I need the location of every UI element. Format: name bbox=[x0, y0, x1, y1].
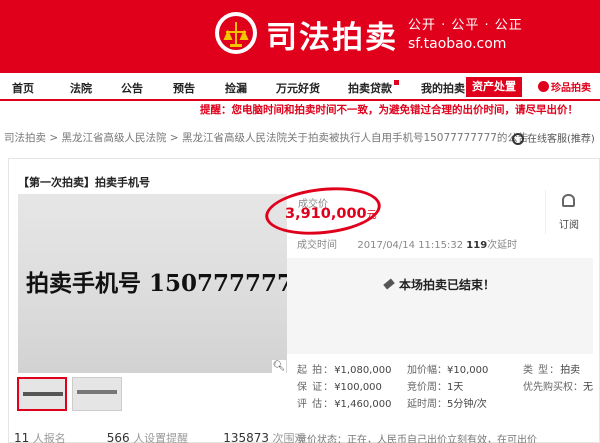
thumbnail-text-line bbox=[77, 390, 117, 394]
site-slogan: 公开 · 公平 · 公正 bbox=[408, 18, 523, 33]
nav-treasure-auction-label: 珍品拍卖 bbox=[551, 83, 591, 94]
auction-ended-box: 本场拍卖已结束！ bbox=[287, 258, 593, 354]
thumbnail-1[interactable] bbox=[17, 377, 67, 411]
signup-count: 11 bbox=[14, 431, 30, 443]
main-nav: 首页 法院 公告 预告 捡漏 万元好货 拍卖贷款 我的拍卖 资产处置 珍品拍卖 bbox=[0, 73, 600, 101]
zoom-icon[interactable]: 🔍︎ bbox=[272, 360, 286, 374]
signup-label: 人报名 bbox=[32, 432, 66, 443]
info-key: 保 证： bbox=[297, 382, 335, 393]
nav-preview[interactable]: 预告 bbox=[173, 80, 195, 96]
info-row-start-price: 起 拍：¥1,080,000 bbox=[297, 362, 391, 379]
info-row-appraisal: 评 估：¥1,460,000 bbox=[297, 396, 391, 413]
info-row-priority: 优先购买权：无 bbox=[523, 379, 593, 396]
info-key: 优先购买权： bbox=[523, 382, 583, 393]
info-key: 竞价周： bbox=[407, 382, 447, 393]
nav-notices[interactable]: 公告 bbox=[121, 80, 143, 96]
deal-time: 成交时间 2017/04/14 11:15:32 119次延时 bbox=[297, 236, 517, 251]
views-count: 135873 bbox=[223, 431, 269, 443]
info-value: ¥1,460,000 bbox=[334, 399, 392, 410]
customer-service-icon bbox=[512, 133, 524, 145]
online-service-link[interactable]: 在线客服(推荐) bbox=[512, 130, 595, 145]
info-row-type: 类 型：拍卖 bbox=[523, 362, 593, 379]
info-key: 评 估： bbox=[297, 399, 335, 410]
thumbnail-text-line bbox=[23, 392, 63, 396]
thumbnail-2[interactable] bbox=[72, 377, 122, 411]
info-value: ¥10,000 bbox=[447, 365, 489, 376]
nav-courts[interactable]: 法院 bbox=[70, 80, 92, 96]
site-header: 司法拍卖 公开 · 公平 · 公正 sf.taobao.com bbox=[0, 0, 600, 73]
bid-status-text: 竞价状态：正在，人民币自己出价立刻有效，在可出价 bbox=[297, 435, 537, 443]
auction-stats: 11 人报名 566 人设置提醒 135873 次围观 bbox=[14, 430, 306, 443]
info-key: 起 拍： bbox=[297, 365, 335, 376]
bid-count: 119 bbox=[466, 240, 488, 251]
nav-auction-loans-label: 拍卖贷款 bbox=[348, 82, 392, 95]
info-row-increment: 加价幅：¥10,000 bbox=[407, 362, 488, 379]
nav-my-auctions[interactable]: 我的拍卖 bbox=[421, 80, 465, 96]
bid-count-label: 次延时 bbox=[487, 240, 518, 251]
info-value: 5分钟/次 bbox=[447, 399, 487, 410]
site-domain: sf.taobao.com bbox=[408, 36, 507, 52]
deal-time-label: 成交时间 bbox=[297, 240, 337, 251]
breadcrumb[interactable]: 司法拍卖 > 黑龙江省高级人民法院 > 黑龙江省高级人民法院关于拍卖被执行人自用… bbox=[4, 130, 528, 145]
reminder-count: 566 bbox=[106, 431, 130, 443]
nav-home[interactable]: 首页 bbox=[12, 80, 34, 96]
item-photo-text: 拍卖手机号 1507777777 bbox=[26, 270, 287, 297]
nav-treasure-auction[interactable]: 珍品拍卖 bbox=[538, 79, 591, 94]
reminder-label: 人设置提醒 bbox=[133, 432, 189, 443]
new-badge-icon bbox=[394, 80, 399, 85]
item-title: 【第一次拍卖】拍卖手机号 bbox=[18, 176, 150, 189]
nav-10k-goods[interactable]: 万元好货 bbox=[276, 80, 320, 96]
info-value: 无 bbox=[583, 382, 593, 393]
info-column-type: 类 型：拍卖 优先购买权：无 bbox=[523, 362, 593, 396]
info-column-prices: 起 拍：¥1,080,000 保 证：¥100,000 评 估：¥1,460,0… bbox=[297, 362, 391, 413]
subscribe-button[interactable]: 订阅 bbox=[545, 190, 591, 234]
nav-auction-loans[interactable]: 拍卖贷款 bbox=[348, 80, 399, 96]
info-value: ¥1,080,000 bbox=[334, 365, 392, 376]
info-value: ¥100,000 bbox=[334, 382, 382, 393]
site-title[interactable]: 司法拍卖 bbox=[266, 12, 398, 57]
online-service-label: 在线客服(推荐) bbox=[527, 134, 595, 145]
info-column-rules: 加价幅：¥10,000 竞价周：1天 延时周：5分钟/次 bbox=[407, 362, 488, 413]
info-key: 加价幅： bbox=[407, 365, 447, 376]
gavel-icon bbox=[383, 278, 395, 290]
deal-time-value: 2017/04/14 11:15:32 bbox=[357, 240, 464, 251]
info-row-bidding-period: 竞价周：1天 bbox=[407, 379, 488, 396]
auction-ended-message: 本场拍卖已结束！ bbox=[383, 276, 496, 293]
time-warning: 提醒：您电脑时间和拍卖时间不一致，为避免错过合理的出价时间，请尽早出价！ bbox=[0, 101, 600, 120]
info-row-extension: 延时周：5分钟/次 bbox=[407, 396, 488, 413]
info-value: 1天 bbox=[447, 382, 464, 393]
item-photo[interactable]: 拍卖手机号 1507777777 bbox=[18, 194, 287, 373]
info-key: 类 型： bbox=[523, 365, 561, 376]
nav-asset-disposal[interactable]: 资产处置 bbox=[466, 77, 522, 97]
auction-ended-label: 本场拍卖已结束！ bbox=[399, 278, 496, 292]
alarm-clock-icon bbox=[562, 194, 575, 207]
court-emblem-icon bbox=[215, 12, 257, 54]
info-key: 延时周： bbox=[407, 399, 447, 410]
subscribe-label: 订阅 bbox=[559, 220, 579, 231]
treasure-auction-icon bbox=[538, 81, 549, 92]
info-value: 拍卖 bbox=[560, 365, 581, 376]
info-row-deposit: 保 证：¥100,000 bbox=[297, 379, 391, 396]
nav-bargains[interactable]: 捡漏 bbox=[225, 80, 247, 96]
